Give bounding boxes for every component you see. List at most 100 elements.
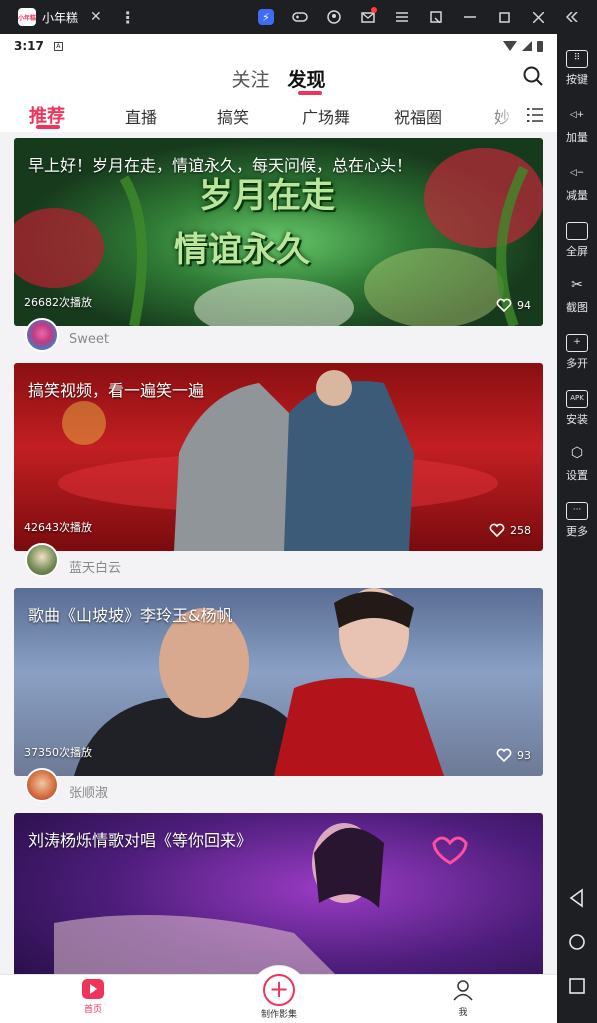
avatar[interactable] xyxy=(25,768,59,802)
nav-create-album[interactable]: + 制作影集 xyxy=(248,965,310,1023)
wifi-icon xyxy=(503,41,517,51)
heart-icon xyxy=(496,298,512,312)
video-card[interactable]: 搞笑视频，看一遍笑一遍 42643次播放 258 蓝天白云 xyxy=(14,363,543,587)
menu-icon[interactable] xyxy=(385,0,419,34)
nav-home-label: 首页 xyxy=(83,1005,102,1015)
volume-down-icon: ◁− xyxy=(569,168,585,178)
video-thumbnail[interactable]: 歌曲《山坡坡》李玲玉&杨帆 37350次播放 93 xyxy=(14,588,543,776)
category-list-icon[interactable] xyxy=(527,107,543,123)
apk-icon: APK xyxy=(566,390,588,408)
category-fade xyxy=(481,98,521,132)
like-count-value: 258 xyxy=(510,523,531,537)
video-title: 歌曲《山坡坡》李玲玉&杨帆 xyxy=(28,606,233,625)
minimize-icon[interactable] xyxy=(453,0,487,34)
author-row[interactable]: Sweet xyxy=(14,318,543,362)
author-row[interactable]: 蓝天白云 xyxy=(14,543,543,587)
overlay-text-2: 情谊永久 xyxy=(174,230,310,270)
author-name[interactable]: Sweet xyxy=(69,332,109,347)
notification-icon: A xyxy=(53,41,63,51)
settings-button[interactable]: ⬡ 设置 xyxy=(557,446,597,483)
heart-icon xyxy=(489,523,505,537)
status-bar: 3:17 A xyxy=(0,34,557,58)
author-name[interactable]: 张顺淑 xyxy=(69,782,108,801)
bolt-icon[interactable]: ⚡ xyxy=(249,0,283,34)
top-nav: 关注 发现 xyxy=(0,58,557,98)
fullscreen-button[interactable]: 全屏 xyxy=(557,222,597,259)
heart-icon xyxy=(496,748,512,762)
close-icon[interactable] xyxy=(521,0,555,34)
volume-up-label: 加量 xyxy=(566,131,588,144)
discover-underline xyxy=(298,91,322,95)
popout-icon[interactable] xyxy=(419,0,453,34)
tab-close-icon[interactable]: ✕ xyxy=(90,9,102,25)
gamepad-icon[interactable] xyxy=(283,0,317,34)
play-count: 26682次播放 xyxy=(24,296,92,309)
android-home-icon[interactable] xyxy=(567,932,587,952)
search-icon[interactable] xyxy=(523,66,543,86)
battery-icon xyxy=(537,40,543,52)
avatar[interactable] xyxy=(25,318,59,352)
keyboard-icon: ⠿ xyxy=(566,50,588,68)
video-card[interactable]: 歌曲《山坡坡》李玲玉&杨帆 37350次播放 93 张顺淑 xyxy=(14,588,543,812)
scissors-icon: ✂ xyxy=(571,277,583,293)
like-count-value: 93 xyxy=(517,748,531,762)
more-dots-icon: ··· xyxy=(566,502,588,520)
nav-create-label: 制作影集 xyxy=(260,1010,297,1020)
screenshot-button[interactable]: ✂ 截图 xyxy=(557,278,597,315)
keymap-label: 按键 xyxy=(566,73,588,86)
tab-discover[interactable]: 发现 xyxy=(288,65,326,92)
status-time: 3:17 xyxy=(14,39,44,53)
more-menu-icon[interactable]: ⋮ xyxy=(120,8,136,27)
category-tab-funny[interactable]: 搞笑 xyxy=(217,104,249,128)
android-back-icon[interactable] xyxy=(567,888,587,908)
volume-down-label: 减量 xyxy=(566,189,588,202)
app-title: 小年糕 xyxy=(42,10,79,25)
phone-screen: 3:17 A 关注 发现 推荐 直播 搞笑 广场舞 祝福圈 妙 xyxy=(0,34,557,1023)
nav-me[interactable]: 我 xyxy=(448,979,478,1018)
author-row[interactable]: 张顺淑 xyxy=(14,768,543,812)
collapse-icon[interactable] xyxy=(555,0,589,34)
category-underline xyxy=(36,125,60,129)
video-thumbnail[interactable]: 岁月在走 情谊永久 早上好！岁月在走，情谊永久，每天问候，总在心头！ 26682… xyxy=(14,138,543,326)
play-count: 42643次播放 xyxy=(24,521,92,534)
user-icon[interactable] xyxy=(317,0,351,34)
multi-instance-icon: + xyxy=(566,334,588,352)
volume-down-button[interactable]: ◁− 减量 xyxy=(557,166,597,203)
more-label: 更多 xyxy=(566,525,588,538)
author-name[interactable]: 蓝天白云 xyxy=(69,557,121,576)
mail-icon[interactable] xyxy=(351,0,385,34)
video-card[interactable]: 岁月在走 情谊永久 早上好！岁月在走，情谊永久，每天问候，总在心头！ 26682… xyxy=(14,138,543,362)
avatar[interactable] xyxy=(25,543,59,577)
more-button[interactable]: ··· 更多 xyxy=(557,502,597,539)
video-thumbnail[interactable]: 搞笑视频，看一遍笑一遍 42643次播放 258 xyxy=(14,363,543,551)
emulator-sidebar: ⠿ 按键 ◁+ 加量 ◁− 减量 全屏 ✂ 截图 + 多开 APK 安装 ⬡ 设… xyxy=(557,34,597,1023)
install-label: 安装 xyxy=(566,413,588,426)
category-tab-square-dance[interactable]: 广场舞 xyxy=(302,104,350,128)
category-tab-blessing[interactable]: 祝福圈 xyxy=(394,104,442,128)
gear-icon: ⬡ xyxy=(570,445,584,461)
like-count[interactable]: 258 xyxy=(489,523,531,537)
like-count[interactable]: 94 xyxy=(496,298,531,312)
screenshot-label: 截图 xyxy=(566,301,588,314)
window-titlebar: 小年糕 小年糕 ✕ ⋮ ⚡ xyxy=(0,0,597,34)
volume-up-button[interactable]: ◁+ 加量 xyxy=(557,108,597,145)
profile-icon xyxy=(453,980,473,1001)
category-bar: 推荐 直播 搞笑 广场舞 祝福圈 妙 xyxy=(0,98,557,132)
like-count[interactable]: 93 xyxy=(496,748,531,762)
play-count: 37350次播放 xyxy=(24,746,92,759)
tab-follow[interactable]: 关注 xyxy=(231,65,269,92)
home-play-icon xyxy=(82,979,104,999)
settings-label: 设置 xyxy=(566,469,588,482)
volume-up-icon: ◁+ xyxy=(569,110,585,120)
android-recents-icon[interactable] xyxy=(567,976,587,996)
signal-icon xyxy=(522,41,532,51)
maximize-icon[interactable] xyxy=(487,0,521,34)
multi-instance-button[interactable]: + 多开 xyxy=(557,334,597,371)
category-tab-live[interactable]: 直播 xyxy=(125,104,157,128)
install-apk-button[interactable]: APK 安装 xyxy=(557,390,597,427)
video-title: 搞笑视频，看一遍笑一遍 xyxy=(28,381,205,400)
keymap-button[interactable]: ⠿ 按键 xyxy=(557,50,597,87)
like-count-value: 94 xyxy=(517,298,531,312)
bottom-nav: 首页 + 制作影集 我 xyxy=(0,965,557,1023)
nav-home[interactable]: 首页 xyxy=(78,979,108,1015)
